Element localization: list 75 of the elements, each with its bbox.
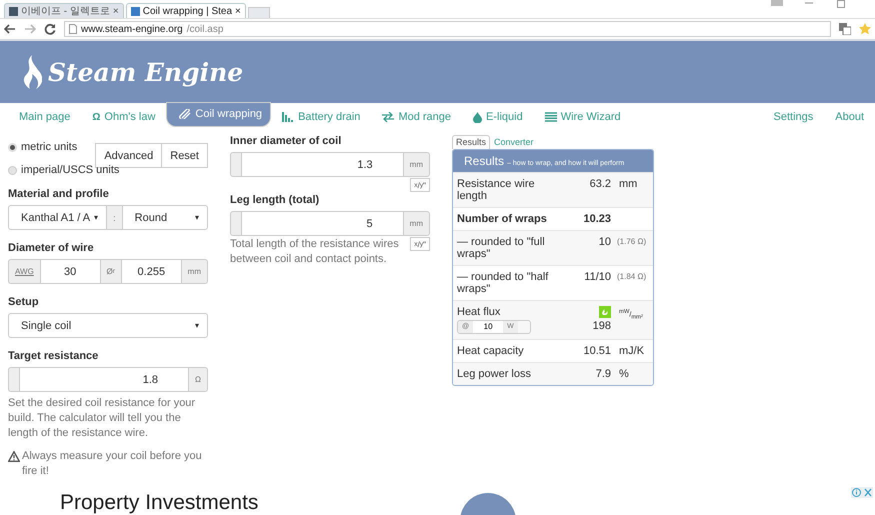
row-value: 10.51	[582, 345, 611, 357]
row-label: Heat flux	[457, 306, 500, 318]
list-icon	[544, 112, 557, 122]
warning-icon	[8, 451, 20, 462]
row-label: — rounded to "half wraps"	[457, 271, 550, 295]
field-handle[interactable]	[230, 211, 242, 236]
reload-icon[interactable]	[44, 23, 56, 35]
field-label: Inner diameter of coil	[230, 135, 342, 147]
close-tab-button[interactable]: ×	[235, 6, 241, 16]
swap-arrows-icon	[382, 112, 394, 122]
row-value: 10.23	[582, 213, 611, 225]
forward-icon[interactable]	[24, 24, 36, 34]
ad-title[interactable]: Property Investments	[60, 491, 258, 515]
row-label: — rounded to "full wraps"	[457, 236, 546, 260]
field-handle[interactable]	[8, 367, 20, 392]
row-unit: (1.84 Ω)	[616, 271, 648, 283]
resistance-field[interactable]: 1.8	[19, 367, 190, 392]
radio-label[interactable]: metric units	[21, 141, 78, 153]
action-button[interactable]: Reset	[161, 143, 208, 168]
address-field[interactable]: www.steam-engine.org /coil.asp	[64, 21, 831, 37]
favicon-icon	[9, 6, 18, 16]
paperclip-icon	[179, 109, 192, 119]
row-unit: mm	[618, 178, 638, 192]
unit-label: mm	[402, 152, 430, 177]
row-value: 10	[598, 236, 611, 250]
maximize-icon[interactable]	[837, 0, 845, 8]
field-label: Setup	[8, 296, 40, 308]
unit-label: Ω	[188, 367, 208, 392]
bar-chart-icon	[282, 112, 294, 122]
star-icon[interactable]	[859, 23, 871, 35]
row-value: 11/10	[583, 271, 611, 285]
awg-field[interactable]: 30	[40, 259, 101, 284]
field-label: Material and profile	[8, 188, 110, 200]
field-handle[interactable]	[230, 152, 242, 177]
row-value: 7.9	[594, 368, 611, 380]
help-text: Total length of the resistance wires between coil and contact points.	[230, 237, 400, 267]
field-label: Leg length (total)	[230, 194, 320, 206]
warning-text: Always measure your coil before you fire it!	[22, 449, 203, 479]
flame-badge-icon	[599, 306, 611, 318]
favicon-icon	[130, 6, 140, 16]
ad-info-close-icon[interactable]	[851, 487, 873, 498]
omega-symbol: Ω	[92, 112, 100, 122]
profile-select[interactable]: Round ▾	[122, 205, 208, 230]
leg-length-field[interactable]: 5	[241, 211, 404, 236]
material-select[interactable]: Kanthal A1 / A ▾	[8, 205, 108, 230]
panel-tab[interactable]: Results	[452, 135, 490, 149]
field-label: Target resistance	[8, 350, 100, 362]
row-label: Resistance wire length	[457, 178, 536, 202]
page-icon	[69, 24, 77, 34]
help-text: Set the desired coil resistance for your build. The calculator will tell you the length of the resistance wire.	[8, 396, 196, 441]
radio-button[interactable]	[8, 166, 17, 174]
diameter-field[interactable]: 0.255	[120, 259, 182, 284]
radio-button[interactable]	[8, 142, 17, 152]
panel-title: Results	[464, 154, 504, 168]
row-unit: %	[618, 368, 630, 380]
close-tab-button[interactable]: ×	[112, 6, 119, 16]
unit-label: mm	[402, 211, 430, 236]
row-unit: (1.76 Ω)	[616, 236, 648, 248]
setup-select[interactable]: Single coil ▾	[8, 313, 208, 338]
row-label: Number of wraps	[457, 213, 548, 225]
row-value: 198	[592, 320, 611, 332]
translate-icon[interactable]	[839, 23, 851, 35]
row-value: 63.2	[588, 178, 611, 192]
unit-label: mm	[180, 259, 208, 284]
browser-tab[interactable]: Coil wrapping | Stea ×	[126, 3, 246, 18]
back-icon[interactable]	[4, 24, 16, 34]
awg-label: AWG	[8, 259, 41, 284]
row-label: Heat capacity	[457, 345, 525, 357]
row-label: Leg power loss	[457, 368, 532, 380]
browser-tab[interactable]: 이베이프 - 일렉트로 ×	[4, 3, 124, 18]
field-label: Diameter of wire	[8, 242, 95, 254]
droplet-icon	[473, 112, 482, 122]
new-tab-button[interactable]	[248, 7, 270, 18]
row-unit: mJ/K	[618, 345, 646, 357]
inner-diameter-field[interactable]: 1.3	[241, 152, 404, 177]
